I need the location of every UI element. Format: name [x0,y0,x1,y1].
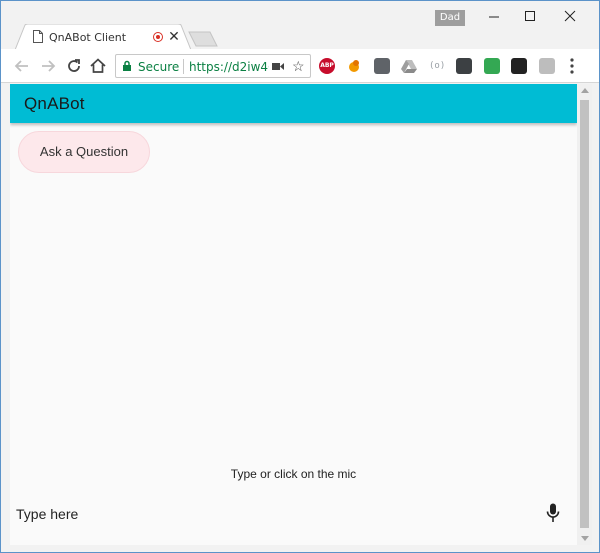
title-bar: QnABot Client ✕ Dad [1,1,599,50]
recording-icon [153,32,163,42]
bookmark-star-icon[interactable]: ☆ [292,58,305,75]
profile-badge[interactable]: Dad [435,10,465,26]
forward-icon[interactable] [39,57,57,75]
close-icon [564,10,576,22]
more-menu-icon[interactable] [567,57,577,75]
vertical-scrollbar[interactable] [577,84,592,545]
extension-icon[interactable] [511,58,527,74]
back-icon[interactable] [13,57,31,75]
reload-icon[interactable] [65,57,83,75]
document-icon [33,30,43,43]
message-input[interactable] [16,503,516,525]
scroll-down-icon[interactable] [581,536,589,541]
abp-icon[interactable]: ABP [319,58,335,74]
input-hint: Type or click on the mic [230,467,357,481]
ask-question-button[interactable]: Ask a Question [18,131,150,173]
page-viewport: QnABot Ask a Question Type or click on t… [10,84,577,545]
lock-icon [123,60,131,71]
browser-window: QnABot Client ✕ Dad Secure https://d2iw4… [0,0,600,553]
broadcast-icon[interactable]: (o) [429,58,445,74]
minimize-icon [489,16,499,18]
new-tab-button[interactable] [188,31,218,47]
browser-toolbar: Secure https://d2iw46 ☆ ABP (o) [1,49,599,83]
tab-close-icon[interactable]: ✕ [168,27,180,45]
scroll-up-icon[interactable] [581,88,589,93]
extension-icon[interactable] [346,58,362,74]
maximize-icon [525,11,535,21]
extension-icon[interactable] [456,58,472,74]
drive-icon[interactable] [401,58,417,74]
omnibox-divider [183,59,184,74]
app-bar: QnABot [10,84,577,123]
camera-icon[interactable] [272,62,284,71]
maximize-button[interactable] [515,7,545,31]
home-icon[interactable] [89,57,107,75]
scrollbar-thumb[interactable] [580,100,589,528]
tab-title: QnABot Client [49,31,127,44]
extension-icon[interactable] [374,58,390,74]
pdf-icon[interactable] [539,58,555,74]
chat-input-area [10,495,577,545]
app-title: QnABot [24,94,85,113]
tab-qnabot-client[interactable]: QnABot Client ✕ [15,24,191,50]
printer-icon[interactable] [484,58,500,74]
microphone-icon[interactable] [546,503,560,523]
address-bar[interactable]: Secure https://d2iw46 ☆ [115,54,311,78]
minimize-button[interactable] [479,7,509,31]
close-window-button[interactable] [555,7,585,31]
secure-label: Secure [138,60,180,74]
url-text[interactable]: https://d2iw46 [189,60,269,74]
